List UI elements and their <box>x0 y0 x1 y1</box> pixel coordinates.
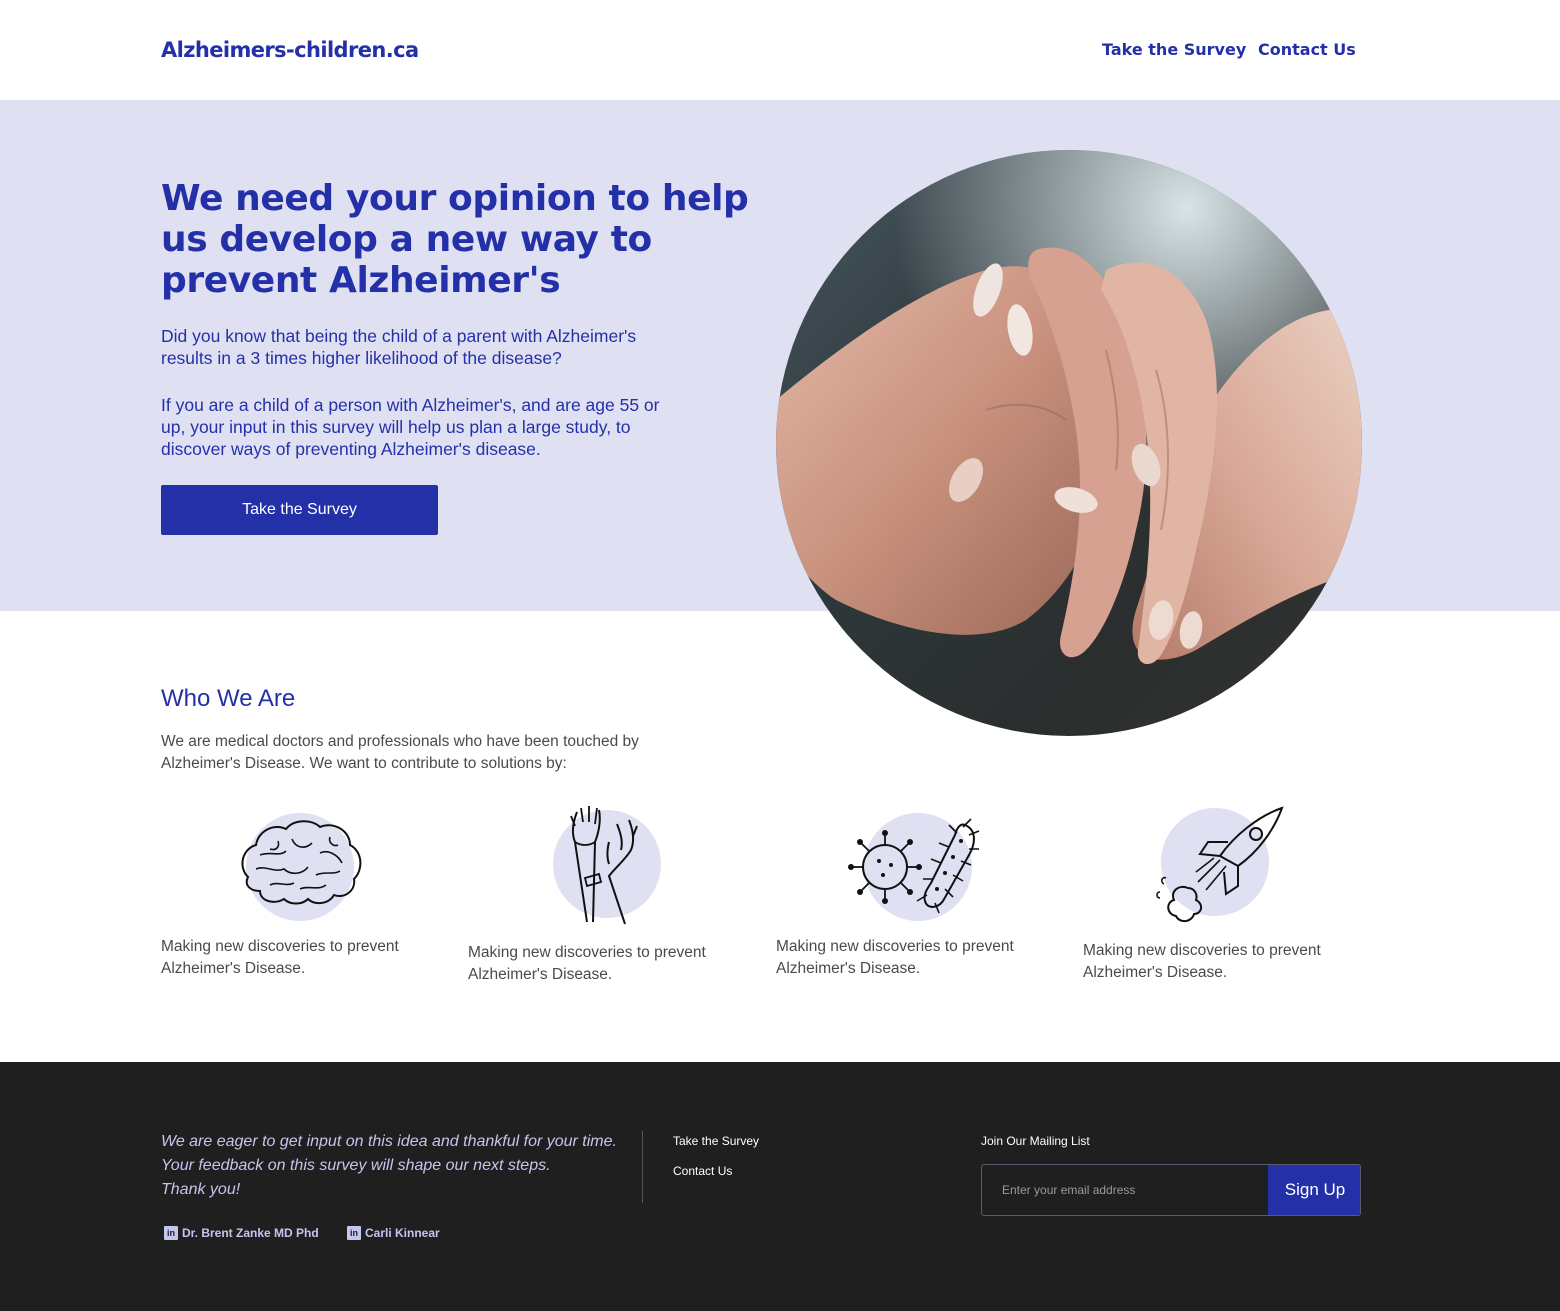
hero-title: We need your opinion to help us develop … <box>161 178 749 301</box>
footer-quote: We are eager to get input on this idea a… <box>161 1130 631 1202</box>
linkedin-brent-zanke[interactable]: in Dr. Brent Zanke MD Phd <box>164 1226 319 1240</box>
site-logo[interactable]: Alzheimers-children.ca <box>161 38 419 62</box>
rocket-icon <box>1148 800 1288 930</box>
nav-contact-us[interactable]: Contact Us <box>1258 40 1356 59</box>
footer-link-contact-us[interactable]: Contact Us <box>673 1164 732 1178</box>
hero-paragraph-2: If you are a child of a person with Alzh… <box>161 395 660 459</box>
mailing-list-form: Sign Up <box>981 1164 1361 1216</box>
who-we-are-text: We are medical doctors and professionals… <box>161 733 639 772</box>
person-name: Dr. Brent Zanke MD Phd <box>182 1226 319 1240</box>
nav-take-survey[interactable]: Take the Survey <box>1102 40 1246 59</box>
brain-icon <box>230 805 370 935</box>
raised-hands-icon <box>537 802 677 932</box>
footer-divider <box>642 1131 643 1203</box>
hero-paragraph-1: Did you know that being the child of a p… <box>161 326 637 368</box>
linkedin-carli-kinnear[interactable]: in Carli Kinnear <box>347 1226 440 1240</box>
take-survey-button[interactable]: Take the Survey <box>161 485 438 535</box>
hero-image <box>776 150 1362 736</box>
who-we-are-title: Who We Are <box>161 685 296 712</box>
linkedin-icon: in <box>347 1226 361 1240</box>
feature-text-1: Making new discoveries to prevent Alzhei… <box>161 938 399 977</box>
footer-quote-line-1: We are eager to get input on this idea a… <box>161 1133 617 1150</box>
footer-quote-line-3: Thank you! <box>161 1181 241 1198</box>
feature-text-2: Making new discoveries to prevent Alzhei… <box>468 944 706 983</box>
linkedin-icon: in <box>164 1226 178 1240</box>
feature-text-3: Making new discoveries to prevent Alzhei… <box>776 938 1014 977</box>
mailing-list-label: Join Our Mailing List <box>981 1134 1090 1148</box>
feature-text-4: Making new discoveries to prevent Alzhei… <box>1083 942 1321 981</box>
virus-bacteria-icon <box>845 805 985 935</box>
email-input[interactable] <box>982 1165 1268 1215</box>
footer-quote-line-2: Your feedback on this survey will shape … <box>161 1157 551 1174</box>
elderly-hands-photo <box>776 150 1362 736</box>
footer-link-take-survey[interactable]: Take the Survey <box>673 1134 759 1148</box>
site-header: Alzheimers-children.ca Take the Survey C… <box>0 0 1560 100</box>
person-name: Carli Kinnear <box>365 1226 440 1240</box>
sign-up-button[interactable]: Sign Up <box>1268 1165 1360 1215</box>
